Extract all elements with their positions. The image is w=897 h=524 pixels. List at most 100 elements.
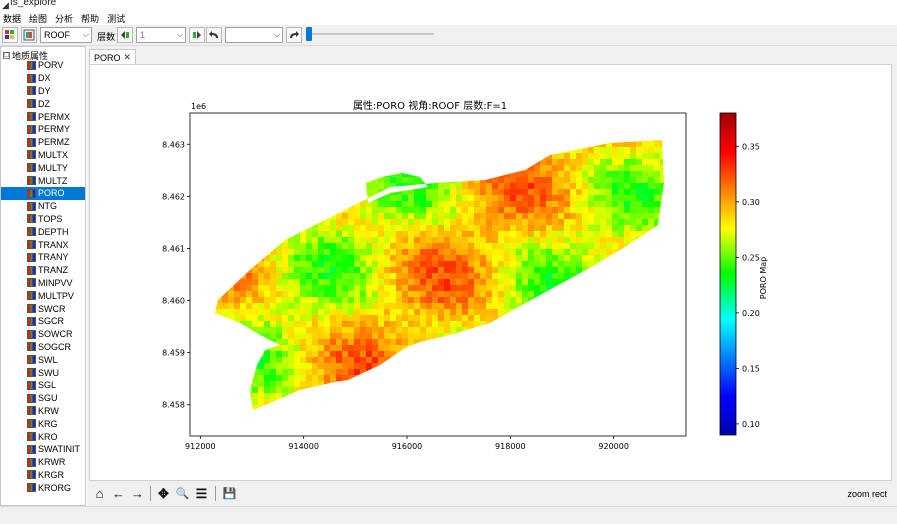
tree-item-swatinit[interactable]: SWATINIT [1,443,85,456]
poro-cell [384,219,390,225]
tree-item-tranx[interactable]: TRANX [1,238,85,251]
poro-cell [474,315,480,321]
menu-test[interactable]: 测试 [107,12,125,25]
poro-cell [456,279,462,285]
poro-cell [426,225,432,231]
grid-view-button[interactable] [2,27,18,43]
tree-item-multx[interactable]: MULTX [1,149,85,162]
poro-cell [432,207,438,213]
color-map-button[interactable] [21,27,37,43]
tree-item-kro[interactable]: KRO [1,430,85,443]
tree-item-krorg[interactable]: KRORG [1,481,85,494]
tree-item-dx[interactable]: DX [1,72,85,85]
poro-cell [288,279,294,285]
view-select[interactable]: ROOF ⌵ [40,27,92,43]
poro-cell [276,333,282,339]
poro-cell [618,171,624,177]
pan-icon[interactable]: ✥ [155,485,172,502]
tree-item-swcr[interactable]: SWCR [1,302,85,315]
tree-item-sgcr[interactable]: SGCR [1,315,85,328]
collapse-icon[interactable]: □ [3,52,10,59]
poro-cell [270,357,276,363]
tree-item-multz[interactable]: MULTZ [1,174,85,187]
tree-item-tranz[interactable]: TRANZ [1,264,85,277]
poro-heatmap-chart[interactable]: 属性:PORO 视角:ROOF 层数:F=1 1e6 912000 914000 9… [90,65,893,482]
menu-plot[interactable]: 绘图 [29,12,47,25]
tree-item-permy[interactable]: PERMY [1,123,85,136]
tree-item-multy[interactable]: MULTY [1,161,85,174]
poro-cell [654,171,660,177]
poro-cell [594,153,600,159]
forward-arrow-icon[interactable]: → [129,485,146,502]
poro-cell [438,225,444,231]
undo-button[interactable] [206,27,222,43]
tree-item-permz[interactable]: PERMZ [1,136,85,149]
poro-cell [504,183,510,189]
menu-data[interactable]: 数据 [3,12,21,25]
tree-item-swu[interactable]: SWU [1,366,85,379]
layer-slider-track[interactable] [308,33,434,35]
menu-help[interactable]: 帮助 [81,12,99,25]
poro-cell [522,171,528,177]
tree-item-porv[interactable]: PORV [1,59,85,72]
redo-button[interactable] [286,27,302,43]
poro-cell [444,303,450,309]
poro-cell [516,249,522,255]
menu-analysis[interactable]: 分析 [55,12,73,25]
tree-item-dz[interactable]: DZ [1,97,85,110]
layer-slider-handle[interactable] [306,27,312,41]
poro-cell [402,255,408,261]
poro-cell [498,207,504,213]
poro-cell [624,237,630,243]
blank-select[interactable]: ⌵ [225,27,283,43]
poro-cell [648,147,654,153]
tab-poro[interactable]: PORO ✕ [89,49,137,65]
tree-item-minpvv[interactable]: MINPVV [1,277,85,290]
tree-item-multpv[interactable]: MULTPV [1,289,85,302]
tree-item-depth[interactable]: DEPTH [1,225,85,238]
save-icon[interactable]: 💾 [221,485,238,502]
poro-cell [366,255,372,261]
poro-cell [318,297,324,303]
layer-prev-button[interactable] [117,27,133,43]
tree-item-sogcr[interactable]: SOGCR [1,341,85,354]
tree-item-swl[interactable]: SWL [1,353,85,366]
tree-item-sgu[interactable]: SGU [1,392,85,405]
poro-cell [366,213,372,219]
tree-item-krg[interactable]: KRG [1,417,85,430]
layer-select[interactable]: 1 ⌵ [136,27,186,43]
poro-cell [474,195,480,201]
poro-cell [456,297,462,303]
tree-item-trany[interactable]: TRANY [1,251,85,264]
poro-cell [390,177,396,183]
poro-cell [354,321,360,327]
poro-cell [432,291,438,297]
tree-item-permx[interactable]: PERMX [1,110,85,123]
tree-item-sgl[interactable]: SGL [1,379,85,392]
home-icon[interactable]: ⌂ [91,485,108,502]
poro-cell [330,255,336,261]
poro-cell [594,201,600,207]
back-arrow-icon[interactable]: ← [110,485,127,502]
configure-icon[interactable]: ☰ [193,485,210,502]
poro-cell [354,345,360,351]
close-icon[interactable]: ✕ [124,52,132,63]
poro-cell [642,165,648,171]
poro-cell [540,237,546,243]
poro-cell [294,243,300,249]
zoom-icon[interactable]: 🔍 [174,485,191,502]
poro-cell [606,195,612,201]
tree-item-sowcr[interactable]: SOWCR [1,328,85,341]
poro-cell [474,249,480,255]
tree-item-poro[interactable]: PORO [1,187,85,200]
layer-next-button[interactable] [189,27,205,43]
tree-item-krgr[interactable]: KRGR [1,469,85,482]
poro-cell [504,231,510,237]
poro-cell [402,231,408,237]
tree-item-tops[interactable]: TOPS [1,213,85,226]
tree-item-krwr[interactable]: KRWR [1,456,85,469]
tree-item-krw[interactable]: KRW [1,405,85,418]
poro-cell [294,309,300,315]
tree-item-ntg[interactable]: NTG [1,200,85,213]
tree-item-dy[interactable]: DY [1,85,85,98]
